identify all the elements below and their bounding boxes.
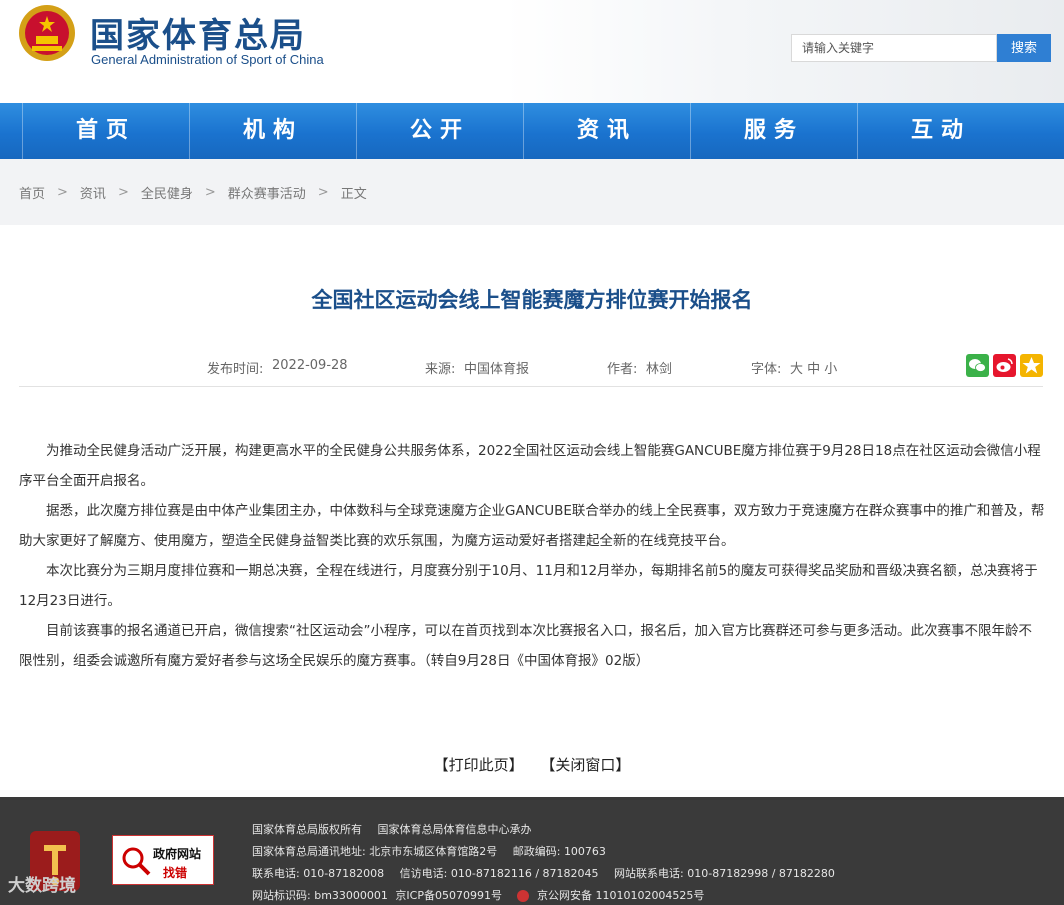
footer-address-label: 国家体育总局通讯地址: [252,845,366,858]
gov-site-error-report-badge[interactable]: 政府网站 找错 [112,835,214,885]
breadcrumb-fitness[interactable]: 全民健身 [141,183,193,202]
article-paragraph: 目前该赛事的报名通道已开启，微信搜索“社区运动会”小程序，可以在首页找到本次比赛… [19,623,1032,669]
nav-item-interaction[interactable]: 互动 [857,103,1024,159]
breadcrumb: 首页 > 资讯 > 全民健身 > 群众赛事活动 > 正文 [19,183,367,202]
star-icon [1022,357,1041,374]
footer-copyright: 国家体育总局版权所有 [252,823,362,836]
footer-postcode: 100763 [563,845,606,858]
article-paragraph: 据悉，此次魔方排位赛是由中体产业集团主办，中体数科与全球竞速魔方企业GANCUB… [19,503,1045,549]
share-wechat-button[interactable] [966,354,989,377]
site-header: 国家体育总局 General Administration of Sport o… [0,0,1064,103]
footer-phone-label: 联系电话: [252,867,300,880]
site-subtitle: General Administration of Sport of China [91,52,324,67]
breadcrumb-current: 正文 [340,187,367,202]
article-meta: 发布时间: 2022-09-28 来源: 中国体育报 作者: 林剑 字体: 大 … [0,358,1064,378]
publish-date: 2022-09-28 [272,358,348,373]
favorite-button[interactable] [1020,354,1043,377]
footer-letter: 010-87182116 / 87182045 [450,867,599,880]
watermark: 大数跨境 [8,876,76,896]
footer-host: 国家体育总局体育信息中心承办 [377,823,532,836]
main-nav: 首页 机构 公开 资讯 服务 互动 [0,103,1064,159]
nav-item-public[interactable]: 公开 [356,103,523,159]
footer-address: 北京市东城区体育馆路2号 [369,845,498,858]
badge-title: 政府网站 [153,847,202,861]
site-title[interactable]: 国家体育总局 [90,8,306,57]
footer-site-phone-label: 网站联系电话: [614,867,684,880]
author-value: 林剑 [646,362,673,377]
article-body: 为推动全民健身活动广泛开展，构建更高水平的全民健身公共服务体系，2022全国社区… [19,436,1045,676]
weibo-icon [996,358,1013,372]
magnifier-icon [122,847,151,876]
font-size-options[interactable]: 大 中 小 [790,358,837,377]
footer-site-id: bm33000001 [314,889,388,902]
author-label: 作者: [607,362,638,377]
breadcrumb-events[interactable]: 群众赛事活动 [228,183,306,202]
source-label: 来源: [425,362,456,377]
meta-divider [19,386,1043,387]
badge-action: 找错 [163,866,188,880]
article-actions: 【打印此页】 【关闭窗口】 [0,754,1064,775]
search-input[interactable]: 请输入关键字 [791,34,997,62]
breadcrumb-news[interactable]: 资讯 [80,183,106,202]
footer-icp[interactable]: 京ICP备05070991号 [395,889,502,902]
share-weibo-button[interactable] [993,354,1016,377]
breadcrumb-separator: > [57,185,68,200]
breadcrumb-separator: > [204,185,216,200]
article-paragraph: 为推动全民健身活动广泛开展，构建更高水平的全民健身公共服务体系，2022全国社区… [19,443,1041,489]
print-page-button[interactable]: 【打印此页】 [434,756,524,774]
footer-site-id-label: 网站标识码: [252,889,311,902]
publish-label: 发布时间: [207,362,264,377]
footer-postcode-label: 邮政编码: [512,845,561,858]
font-size-label: 字体: [751,362,782,377]
source-value: 中国体育报 [464,362,530,377]
footer-info: 国家体育总局版权所有 国家体育总局体育信息中心承办 国家体育总局通讯地址: 北京… [252,819,847,905]
footer-police[interactable]: 京公网安备 11010102004525号 [537,889,704,902]
police-badge-icon [517,890,530,902]
footer-phone: 010-87182008 [303,867,385,880]
breadcrumb-home[interactable]: 首页 [19,183,45,202]
search-button[interactable]: 搜索 [997,34,1051,62]
breadcrumb-separator: > [317,185,329,200]
footer-site-phone: 010-87182998 / 87182280 [687,867,835,880]
nav-item-news[interactable]: 资讯 [523,103,690,159]
national-emblem-icon[interactable] [18,4,76,62]
close-window-button[interactable]: 【关闭窗口】 [540,756,630,774]
article-title: 全国社区运动会线上智能赛魔方排位赛开始报名 [311,288,753,312]
nav-item-services[interactable]: 服务 [690,103,857,159]
nav-item-organization[interactable]: 机构 [189,103,356,159]
breadcrumb-bar: 首页 > 资讯 > 全民健身 > 群众赛事活动 > 正文 [0,159,1064,225]
wechat-icon [969,359,986,372]
breadcrumb-separator: > [117,185,129,200]
article-paragraph: 本次比赛分为三期月度排位赛和一期总决赛，全程在线进行，月度赛分别于10月、11月… [19,563,1038,609]
nav-item-home[interactable]: 首页 [22,103,189,159]
site-footer: 政府网站 找错 国家体育总局版权所有 国家体育总局体育信息中心承办 国家体育总局… [0,797,1064,905]
footer-letter-label: 信访电话: [399,867,448,880]
